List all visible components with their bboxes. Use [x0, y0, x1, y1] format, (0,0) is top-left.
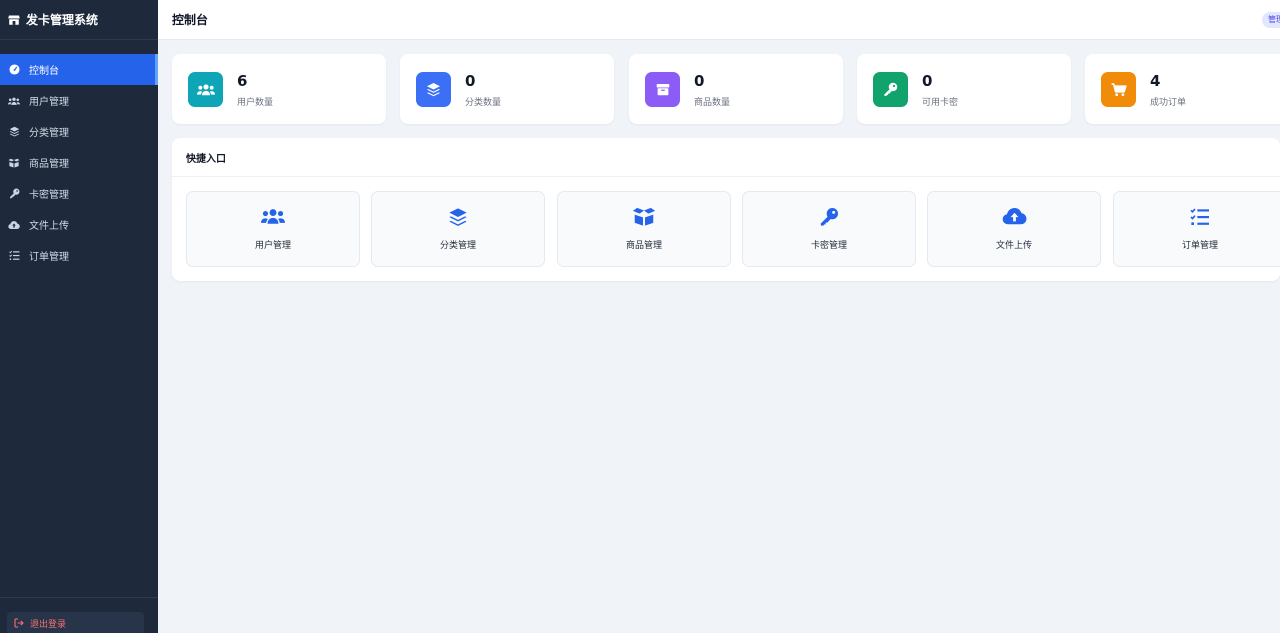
sidebar-item-label: 分类管理 [29, 128, 69, 139]
sidebar-item-label: 用户管理 [29, 97, 69, 108]
quick-tile-label: 商品管理 [625, 241, 662, 251]
stat-value: 0 [694, 72, 705, 90]
stat-label: 商品数量 [694, 98, 731, 108]
key-icon [873, 72, 908, 107]
stat-label: 用户数量 [237, 98, 274, 108]
sidebar-nav: 控制台 用户管理 分类管理 商品管理 卡密管理 文件上传 订单管理 [0, 54, 158, 271]
users-icon [187, 207, 359, 227]
box-icon [645, 72, 680, 107]
quick-tile-upload[interactable]: 文件上传 [927, 191, 1101, 267]
quick-tile-cards[interactable]: 卡密管理 [742, 191, 916, 267]
quick-tile-categories[interactable]: 分类管理 [371, 191, 545, 267]
sidebar-footer: 退出登录 [0, 597, 158, 633]
sidebar-item-dashboard[interactable]: 控制台 [0, 54, 158, 85]
sidebar-item-cards[interactable]: 卡密管理 [0, 178, 158, 209]
quick-tile-products[interactable]: 商品管理 [557, 191, 731, 267]
sidebar: 发卡管理系统 控制台 用户管理 分类管理 商品管理 卡密管理 文件上传 订单管理… [0, 0, 158, 633]
box-open-icon [8, 157, 20, 169]
layers-icon [416, 72, 451, 107]
stat-card-orders: 4 成功订单 [1085, 54, 1280, 124]
logout-label: 退出登录 [30, 619, 67, 630]
sidebar-item-label: 商品管理 [29, 159, 69, 170]
quick-tile-label: 订单管理 [1181, 241, 1218, 251]
sidebar-item-label: 文件上传 [29, 221, 69, 232]
quick-access-panel: 快捷入口 用户管理 分类管理 商品管理 卡密管理 文件上传 订单管理 [172, 138, 1280, 281]
stat-label: 分类数量 [465, 98, 502, 108]
cloud-upload-icon [928, 207, 1100, 227]
cart-icon [1101, 72, 1136, 107]
quick-access-title: 快捷入口 [172, 138, 1280, 177]
stat-card-products: 0 商品数量 [629, 54, 843, 124]
sidebar-item-label: 控制台 [29, 66, 59, 77]
box-open-icon [558, 207, 730, 227]
brand-title: 发卡管理系统 [26, 13, 99, 27]
stat-value: 6 [237, 72, 248, 90]
stat-card-users: 6 用户数量 [172, 54, 386, 124]
key-icon [743, 207, 915, 227]
sidebar-item-categories[interactable]: 分类管理 [0, 116, 158, 147]
sidebar-item-label: 订单管理 [29, 252, 69, 263]
role-badge: 管理员 [1262, 12, 1280, 28]
users-icon [8, 95, 20, 107]
brand: 发卡管理系统 [0, 0, 158, 40]
list-check-icon [8, 250, 20, 262]
quick-tile-users[interactable]: 用户管理 [186, 191, 360, 267]
gauge-icon [8, 64, 20, 76]
logout-button[interactable]: 退出登录 [7, 612, 144, 633]
stat-label: 成功订单 [1150, 98, 1187, 108]
sidebar-item-users[interactable]: 用户管理 [0, 85, 158, 116]
store-icon [8, 15, 20, 25]
list-check-icon [1114, 207, 1280, 227]
stats-row: 6 用户数量 0 分类数量 0 商品数量 0 可用卡密 4 成功订单 [172, 54, 1280, 124]
stat-card-cards: 0 可用卡密 [857, 54, 1071, 124]
sidebar-item-upload[interactable]: 文件上传 [0, 209, 158, 240]
layers-icon [8, 126, 20, 138]
sidebar-item-products[interactable]: 商品管理 [0, 147, 158, 178]
page-title: 控制台 [172, 13, 209, 27]
sidebar-item-orders[interactable]: 订单管理 [0, 240, 158, 271]
quick-tile-label: 分类管理 [439, 241, 476, 251]
users-icon [188, 72, 223, 107]
top-header: 控制台 管理员 [158, 0, 1280, 40]
stat-value: 0 [465, 72, 476, 90]
stat-value: 4 [1150, 72, 1161, 90]
stat-label: 可用卡密 [922, 98, 959, 108]
key-icon [8, 188, 20, 200]
quick-tile-orders[interactable]: 订单管理 [1113, 191, 1280, 267]
cloud-upload-icon [8, 219, 20, 231]
stat-value: 0 [922, 72, 933, 90]
sidebar-item-label: 卡密管理 [29, 190, 69, 201]
quick-tile-label: 卡密管理 [810, 241, 847, 251]
logout-icon [14, 618, 24, 628]
quick-tile-label: 用户管理 [254, 241, 291, 251]
layers-icon [372, 207, 544, 227]
quick-tile-label: 文件上传 [995, 241, 1032, 251]
stat-card-categories: 0 分类数量 [400, 54, 614, 124]
